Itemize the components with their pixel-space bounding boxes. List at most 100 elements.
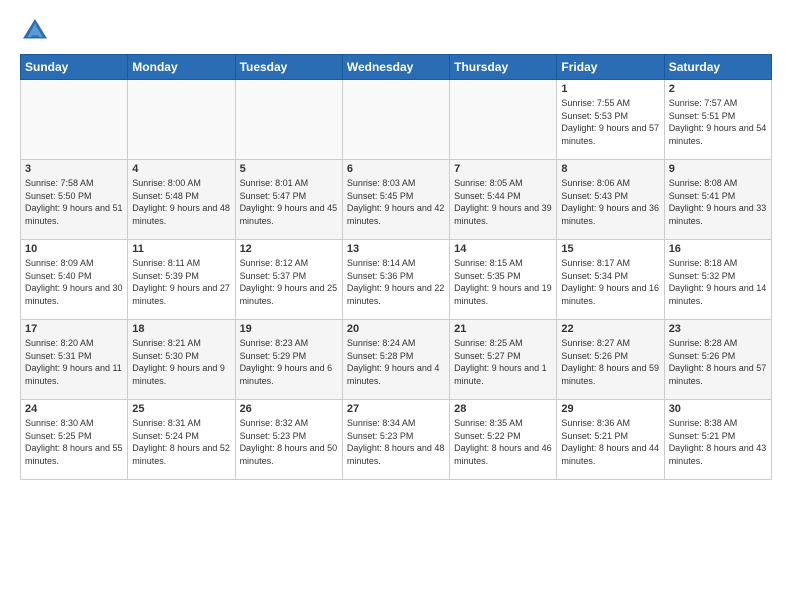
calendar-cell (235, 80, 342, 160)
day-info: Sunrise: 7:55 AM Sunset: 5:53 PM Dayligh… (561, 97, 659, 147)
day-info: Sunrise: 8:05 AM Sunset: 5:44 PM Dayligh… (454, 177, 552, 227)
day-info: Sunrise: 8:03 AM Sunset: 5:45 PM Dayligh… (347, 177, 445, 227)
calendar-cell: 12Sunrise: 8:12 AM Sunset: 5:37 PM Dayli… (235, 240, 342, 320)
day-number: 3 (25, 163, 123, 175)
day-number: 2 (669, 83, 767, 95)
calendar-cell: 7 Sunrise: 8:05 AM Sunset: 5:44 PM Daylig… (450, 160, 557, 240)
day-number: 18 (132, 323, 230, 335)
day-info: Sunrise: 8:09 AM Sunset: 5:40 PM Dayligh… (25, 257, 123, 307)
calendar-cell: 8 Sunrise: 8:06 AM Sunset: 5:43 PM Daylig… (557, 160, 664, 240)
calendar-cell: 18Sunrise: 8:21 AM Sunset: 5:30 PM Dayli… (128, 320, 235, 400)
day-info: Sunrise: 8:35 AM Sunset: 5:22 PM Dayligh… (454, 417, 552, 467)
day-number: 30 (669, 403, 767, 415)
calendar-cell: 22 Sunrise: 8:27 AM Sunset: 5:26 PM Dayli… (557, 320, 664, 400)
day-number: 29 (561, 403, 659, 415)
day-number: 24 (25, 403, 123, 415)
calendar-cell: 16 Sunrise: 8:18 AM Sunset: 5:32 PM Dayli… (664, 240, 771, 320)
calendar-cell: 1 Sunrise: 7:55 AM Sunset: 5:53 PM Daylig… (557, 80, 664, 160)
calendar-cell: 27 Sunrise: 8:34 AM Sunset: 5:23 PM Dayli… (342, 400, 449, 480)
day-number: 11 (132, 243, 230, 255)
day-info: Sunrise: 8:24 AM Sunset: 5:28 PM Dayligh… (347, 337, 445, 387)
day-number: 19 (240, 323, 338, 335)
day-info: Sunrise: 8:27 AM Sunset: 5:26 PM Dayligh… (561, 337, 659, 387)
week-row-3: 17 Sunrise: 8:20 AM Sunset: 5:31 PM Dayli… (21, 320, 772, 400)
day-info: Sunrise: 8:34 AM Sunset: 5:23 PM Dayligh… (347, 417, 445, 467)
calendar-cell: 4Sunrise: 8:00 AM Sunset: 5:48 PM Daylig… (128, 160, 235, 240)
logo (20, 16, 54, 46)
day-info: Sunrise: 7:57 AM Sunset: 5:51 PM Dayligh… (669, 97, 767, 147)
day-info: Sunrise: 7:58 AM Sunset: 5:50 PM Dayligh… (25, 177, 123, 227)
weekday-header-row: SundayMondayTuesdayWednesdayThursdayFrid… (21, 55, 772, 80)
logo-icon (20, 16, 50, 46)
day-number: 21 (454, 323, 552, 335)
weekday-header-thursday: Thursday (450, 55, 557, 80)
week-row-1: 3 Sunrise: 7:58 AM Sunset: 5:50 PM Daylig… (21, 160, 772, 240)
day-number: 17 (25, 323, 123, 335)
day-info: Sunrise: 8:15 AM Sunset: 5:35 PM Dayligh… (454, 257, 552, 307)
calendar-cell: 6Sunrise: 8:03 AM Sunset: 5:45 PM Daylig… (342, 160, 449, 240)
day-number: 4 (132, 163, 230, 175)
calendar-cell: 25 Sunrise: 8:31 AM Sunset: 5:24 PM Dayli… (128, 400, 235, 480)
day-number: 13 (347, 243, 445, 255)
day-number: 10 (25, 243, 123, 255)
calendar-cell: 17 Sunrise: 8:20 AM Sunset: 5:31 PM Dayli… (21, 320, 128, 400)
day-info: Sunrise: 8:31 AM Sunset: 5:24 PM Dayligh… (132, 417, 230, 467)
calendar-cell: 24 Sunrise: 8:30 AM Sunset: 5:25 PM Dayli… (21, 400, 128, 480)
day-info: Sunrise: 8:14 AM Sunset: 5:36 PM Dayligh… (347, 257, 445, 307)
day-number: 15 (561, 243, 659, 255)
calendar-cell: 14 Sunrise: 8:15 AM Sunset: 5:35 PM Dayli… (450, 240, 557, 320)
day-number: 23 (669, 323, 767, 335)
day-number: 20 (347, 323, 445, 335)
day-info: Sunrise: 8:12 AM Sunset: 5:37 PM Dayligh… (240, 257, 338, 307)
calendar-cell: 15 Sunrise: 8:17 AM Sunset: 5:34 PM Dayli… (557, 240, 664, 320)
day-info: Sunrise: 8:18 AM Sunset: 5:32 PM Dayligh… (669, 257, 767, 307)
calendar-cell: 3 Sunrise: 7:58 AM Sunset: 5:50 PM Daylig… (21, 160, 128, 240)
calendar-cell: 23 Sunrise: 8:28 AM Sunset: 5:26 PM Dayli… (664, 320, 771, 400)
day-number: 22 (561, 323, 659, 335)
day-number: 8 (561, 163, 659, 175)
day-info: Sunrise: 8:30 AM Sunset: 5:25 PM Dayligh… (25, 417, 123, 467)
day-info: Sunrise: 8:23 AM Sunset: 5:29 PM Dayligh… (240, 337, 338, 387)
header (20, 16, 772, 46)
day-info: Sunrise: 8:36 AM Sunset: 5:21 PM Dayligh… (561, 417, 659, 467)
calendar-cell: 5 Sunrise: 8:01 AM Sunset: 5:47 PM Daylig… (235, 160, 342, 240)
calendar-cell: 11 Sunrise: 8:11 AM Sunset: 5:39 PM Dayli… (128, 240, 235, 320)
weekday-header-tuesday: Tuesday (235, 55, 342, 80)
day-number: 9 (669, 163, 767, 175)
day-number: 27 (347, 403, 445, 415)
calendar-cell: 19 Sunrise: 8:23 AM Sunset: 5:29 PM Dayli… (235, 320, 342, 400)
day-number: 14 (454, 243, 552, 255)
day-info: Sunrise: 8:20 AM Sunset: 5:31 PM Dayligh… (25, 337, 123, 387)
week-row-4: 24 Sunrise: 8:30 AM Sunset: 5:25 PM Dayli… (21, 400, 772, 480)
calendar-cell: 10 Sunrise: 8:09 AM Sunset: 5:40 PM Dayli… (21, 240, 128, 320)
weekday-header-monday: Monday (128, 55, 235, 80)
page: SundayMondayTuesdayWednesdayThursdayFrid… (0, 0, 792, 612)
calendar-cell (21, 80, 128, 160)
day-info: Sunrise: 8:17 AM Sunset: 5:34 PM Dayligh… (561, 257, 659, 307)
day-info: Sunrise: 8:06 AM Sunset: 5:43 PM Dayligh… (561, 177, 659, 227)
weekday-header-friday: Friday (557, 55, 664, 80)
calendar-cell: 28 Sunrise: 8:35 AM Sunset: 5:22 PM Dayli… (450, 400, 557, 480)
weekday-header-sunday: Sunday (21, 55, 128, 80)
calendar-cell: 13 Sunrise: 8:14 AM Sunset: 5:36 PM Dayli… (342, 240, 449, 320)
calendar-cell: 20 Sunrise: 8:24 AM Sunset: 5:28 PM Dayli… (342, 320, 449, 400)
day-number: 16 (669, 243, 767, 255)
weekday-header-saturday: Saturday (664, 55, 771, 80)
day-info: Sunrise: 8:25 AM Sunset: 5:27 PM Dayligh… (454, 337, 552, 387)
day-number: 28 (454, 403, 552, 415)
day-info: Sunrise: 8:01 AM Sunset: 5:47 PM Dayligh… (240, 177, 338, 227)
calendar-cell: 30Sunrise: 8:38 AM Sunset: 5:21 PM Dayli… (664, 400, 771, 480)
day-number: 25 (132, 403, 230, 415)
week-row-2: 10 Sunrise: 8:09 AM Sunset: 5:40 PM Dayli… (21, 240, 772, 320)
calendar-table: SundayMondayTuesdayWednesdayThursdayFrid… (20, 54, 772, 480)
day-info: Sunrise: 8:28 AM Sunset: 5:26 PM Dayligh… (669, 337, 767, 387)
day-info: Sunrise: 8:08 AM Sunset: 5:41 PM Dayligh… (669, 177, 767, 227)
day-number: 7 (454, 163, 552, 175)
calendar-cell (450, 80, 557, 160)
calendar-cell: 26 Sunrise: 8:32 AM Sunset: 5:23 PM Dayli… (235, 400, 342, 480)
day-info: Sunrise: 8:32 AM Sunset: 5:23 PM Dayligh… (240, 417, 338, 467)
day-number: 26 (240, 403, 338, 415)
day-number: 1 (561, 83, 659, 95)
day-number: 5 (240, 163, 338, 175)
day-info: Sunrise: 8:11 AM Sunset: 5:39 PM Dayligh… (132, 257, 230, 307)
